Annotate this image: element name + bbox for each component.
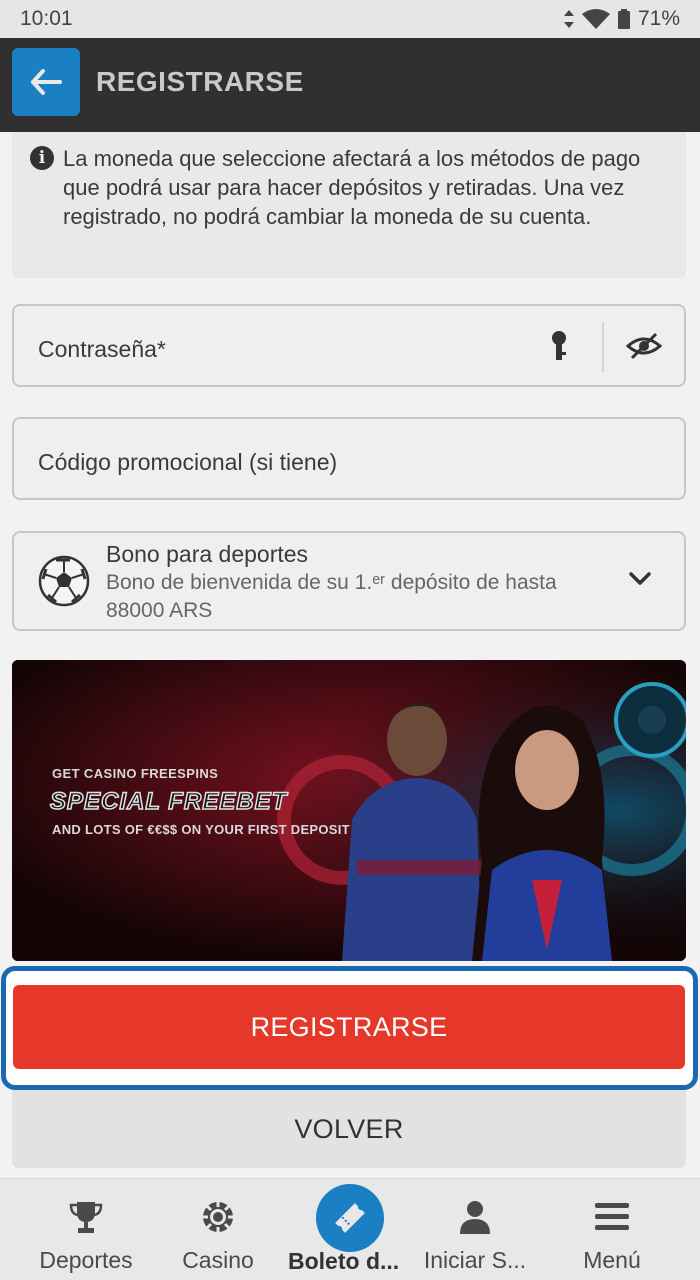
nav-item-deportes[interactable]: Deportes (36, 1179, 136, 1280)
data-arrows-icon (563, 10, 574, 28)
status-indicators: 71% (563, 7, 680, 31)
nav-item-menu[interactable]: Menú (572, 1179, 652, 1280)
nav-label-boleto: Boleto d... (288, 1248, 400, 1274)
battery-level: 71% (637, 7, 680, 30)
back-button[interactable] (12, 48, 80, 116)
chevron-down-icon (629, 572, 651, 585)
battery-icon (617, 9, 630, 29)
nav-label-deportes: Deportes (39, 1247, 133, 1273)
banner-main-text: SPECIAL FREEBET (49, 787, 288, 816)
status-time: 10:01 (20, 7, 73, 30)
banner-top-text: GET CASINO FREESPINS (52, 766, 219, 781)
menu-icon (595, 1203, 629, 1230)
wifi-icon (581, 9, 610, 29)
app-header: REGISTRARSE (0, 38, 700, 132)
nav-label-casino: Casino (182, 1247, 254, 1273)
volver-button[interactable]: VOLVER (12, 1090, 686, 1168)
page-title: REGISTRARSE (96, 66, 304, 97)
ticket-icon (335, 1203, 365, 1233)
bonus-title: Bono para deportes (106, 541, 309, 567)
promo-code-label: Código promocional (si tiene) (38, 449, 338, 475)
arrow-left-icon (31, 69, 62, 95)
promo-banner[interactable]: GET CASINO FREESPINS SPECIAL FREEBET AND… (12, 660, 686, 961)
nav-item-boleto[interactable] (316, 1184, 384, 1252)
nav-label-menu: Menú (583, 1247, 641, 1273)
status-bar: 10:01 71% (0, 0, 700, 38)
poker-chip-icon (203, 1202, 233, 1232)
banner-sub-text: AND LOTS OF €€$$ ON YOUR FIRST DEPOSIT (52, 822, 350, 837)
key-icon[interactable] (548, 330, 570, 364)
password-label: Contraseña* (38, 336, 166, 362)
register-button[interactable]: REGISTRARSE (13, 985, 685, 1069)
nav-item-iniciar-sesion[interactable]: Iniciar S... (420, 1179, 530, 1280)
currency-info-note: i La moneda que seleccione afectará a lo… (12, 132, 686, 278)
eye-hidden-icon[interactable] (626, 330, 662, 362)
field-divider (602, 322, 604, 372)
bonus-selector[interactable]: Bono para deportes Bono de bienvenida de… (12, 531, 686, 631)
soccer-ball-icon (38, 555, 90, 607)
promo-code-field[interactable]: Código promocional (si tiene) (12, 417, 686, 500)
nav-item-casino[interactable]: Casino (176, 1179, 260, 1280)
password-field[interactable]: Contraseña* (12, 304, 686, 387)
user-icon (460, 1201, 490, 1234)
currency-info-text: La moneda que seleccione afectará a los … (63, 146, 641, 229)
nav-label-iniciar-sesion: Iniciar S... (423, 1247, 527, 1273)
trophy-icon (69, 1202, 103, 1233)
info-icon: i (30, 146, 54, 170)
bonus-description: Bono de bienvenida de su 1.ᵉʳ depósito d… (106, 571, 557, 622)
